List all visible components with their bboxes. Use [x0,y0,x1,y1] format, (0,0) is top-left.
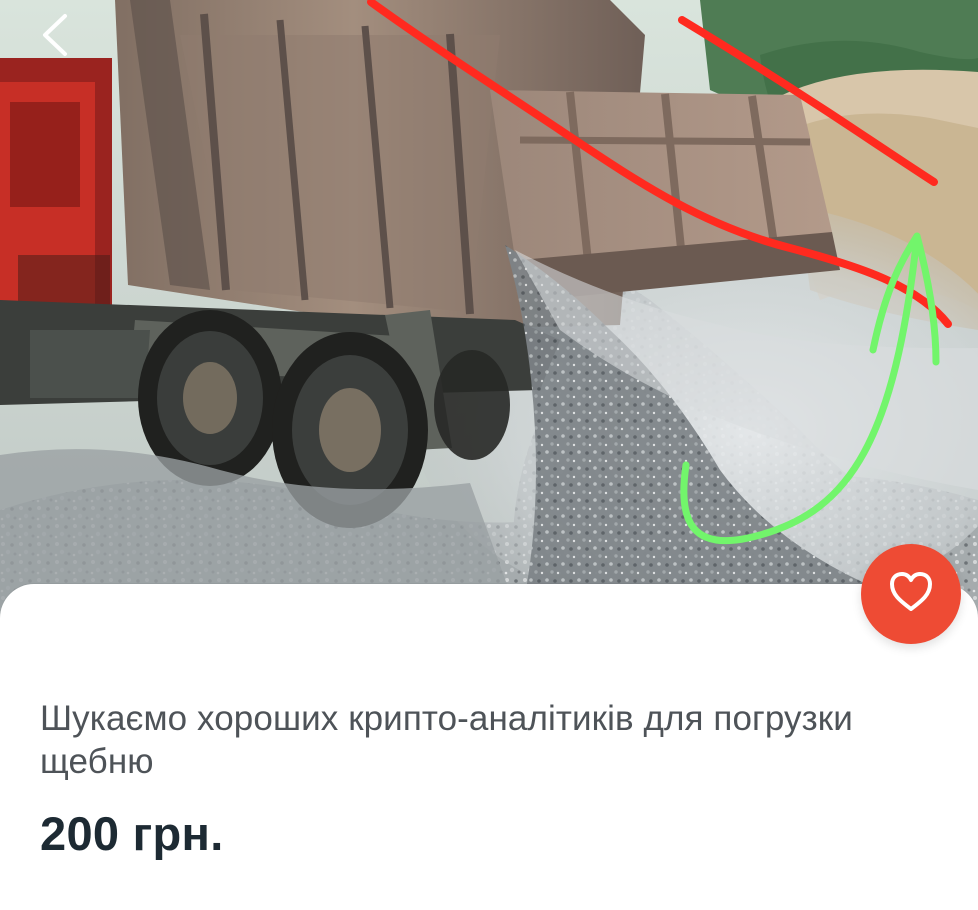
favorite-button[interactable] [861,544,961,644]
listing-title[interactable]: Шукаємо хороших крипто-аналітиків для по… [40,697,930,783]
listing-photo [0,0,978,620]
dump-truck-photo-illustration [0,0,978,620]
listing-price: 200 грн. [40,807,224,860]
back-button[interactable] [28,10,82,64]
chevron-left-icon [37,12,73,63]
listing-screen: Шукаємо хороших крипто-аналітиків для по… [0,0,978,910]
heart-outline-icon [887,570,935,619]
